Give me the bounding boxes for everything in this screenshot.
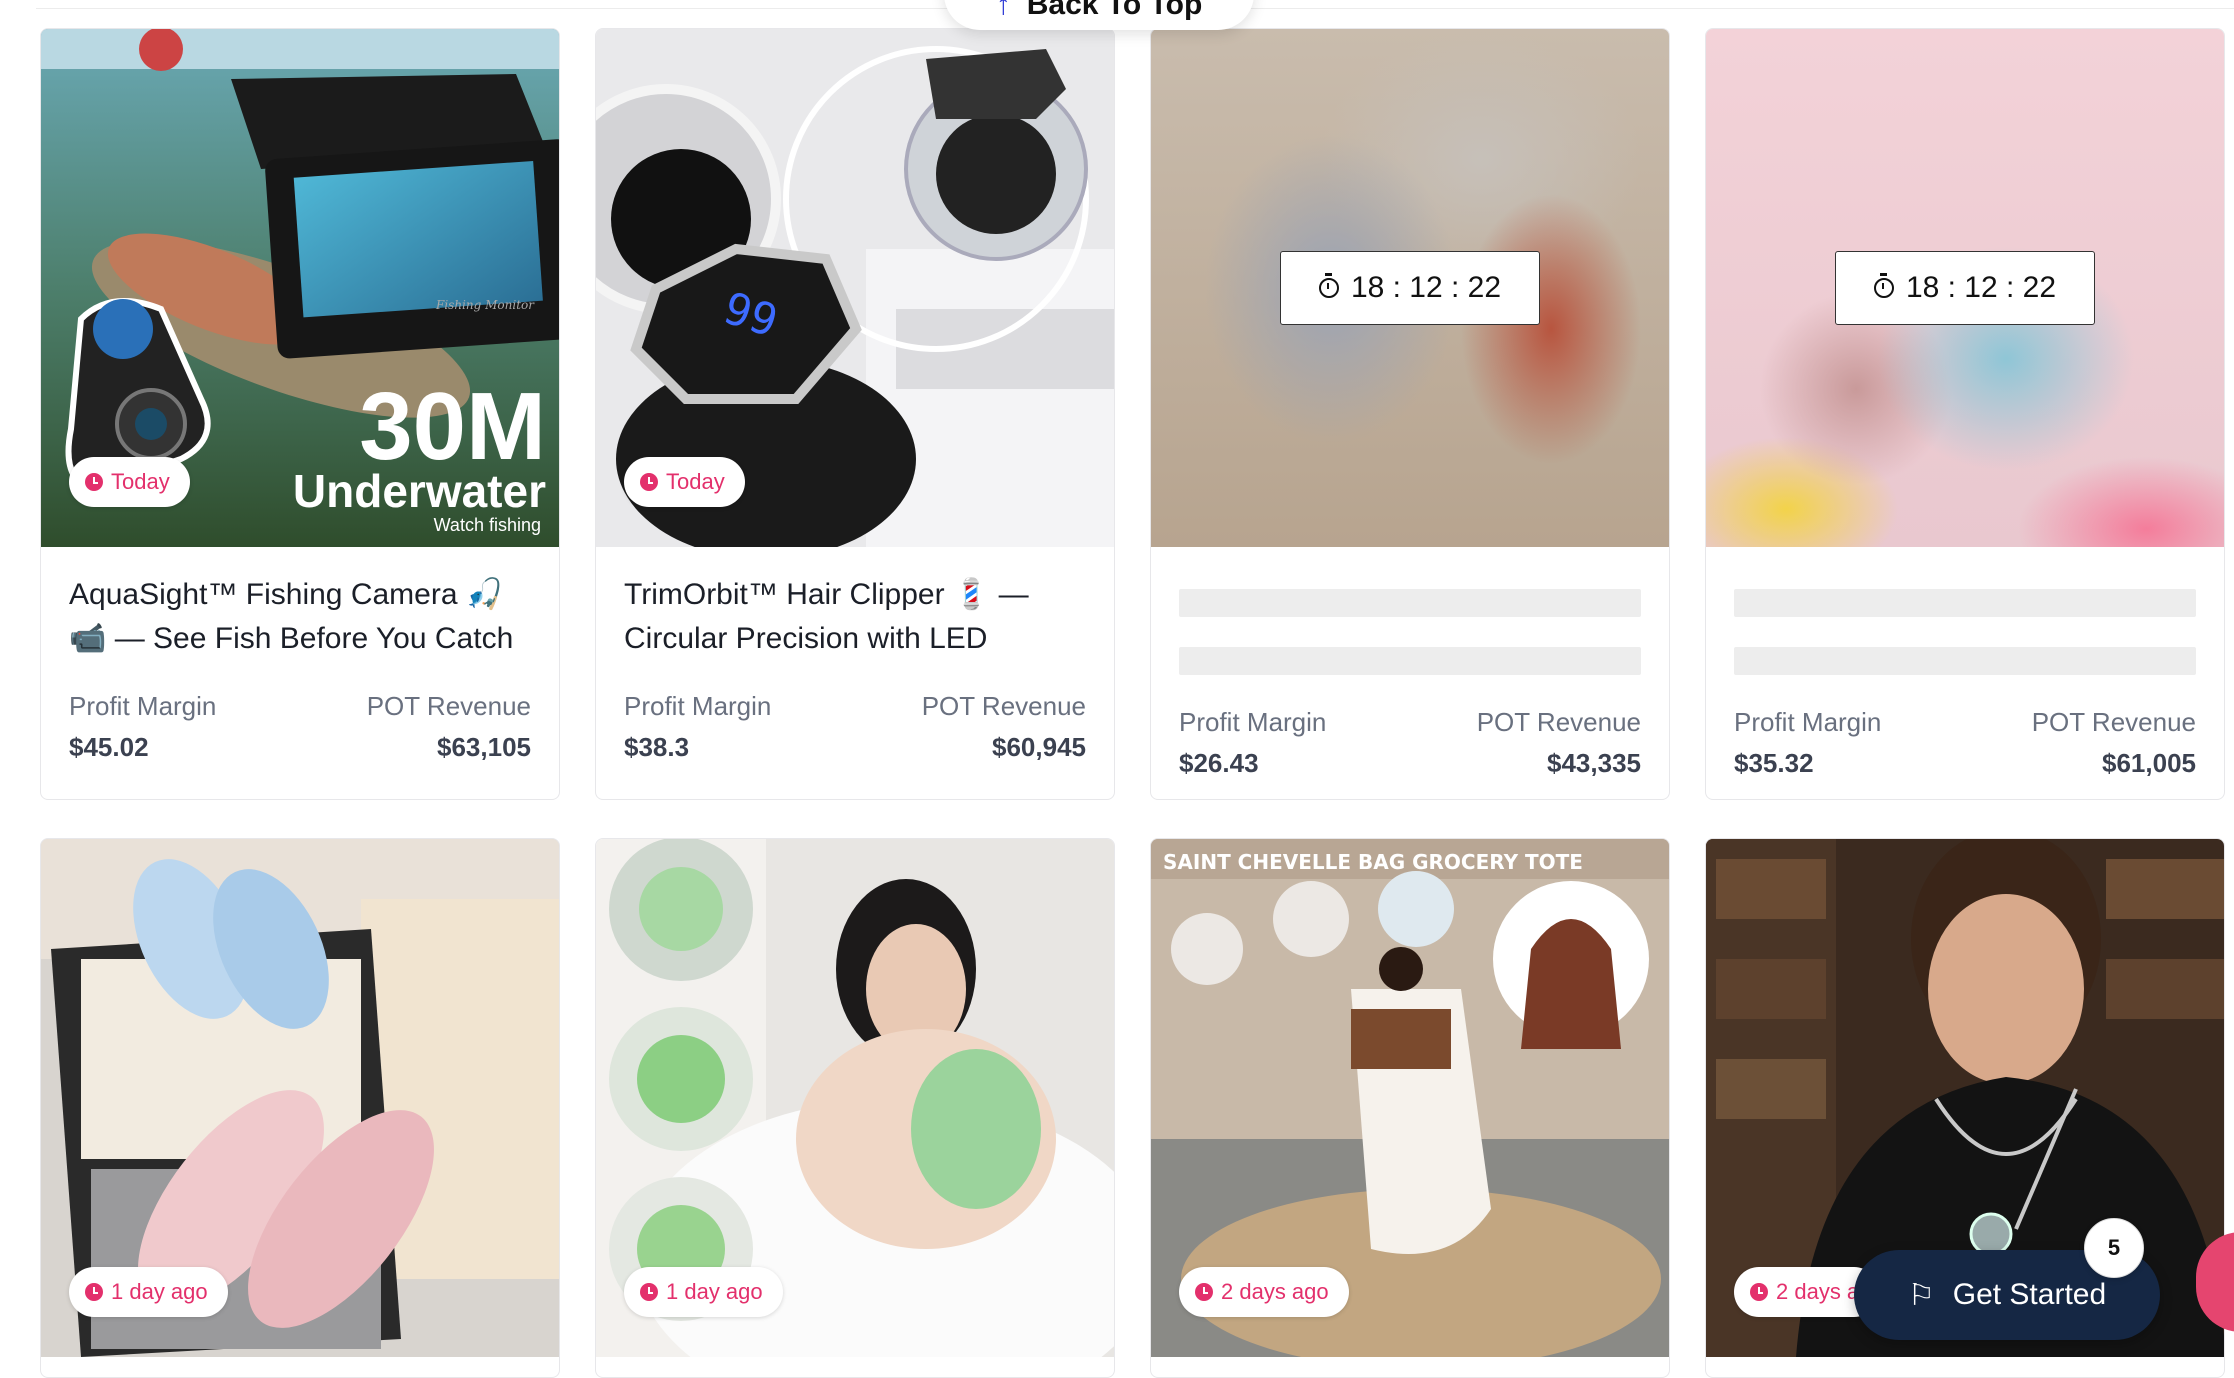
pot-revenue-value: $63,105 xyxy=(437,732,531,762)
profit-margin-label: Profit Margin xyxy=(1734,707,1882,737)
clock-icon xyxy=(640,1283,658,1301)
posted-badge: Today xyxy=(69,457,190,507)
notification-count-badge: 5 xyxy=(2084,1218,2144,1278)
pot-revenue-label: POT Revenue xyxy=(2031,707,2196,737)
product-card-locked[interactable]: 18 : 12 : 22 Profit Margin $26.43 POT Re… xyxy=(1150,28,1670,800)
clock-icon xyxy=(85,1283,103,1301)
product-card-locked[interactable]: 18 : 12 : 22 Profit Margin $35.32 POT Re… xyxy=(1705,28,2225,800)
pot-revenue-value: $60,945 xyxy=(992,732,1086,762)
blurred-product-image: 18 : 12 : 22 xyxy=(1151,29,1669,547)
countdown-timer: 18 : 12 : 22 xyxy=(1835,251,2095,325)
profit-margin-value: $26.43 xyxy=(1179,748,1259,778)
posted-badge: 1 day ago xyxy=(624,1267,783,1317)
back-to-top-button[interactable]: ↑ Back To Top xyxy=(944,0,1254,30)
profit-margin-value: $45.02 xyxy=(69,732,149,762)
pot-revenue-label: POT Revenue xyxy=(366,691,531,721)
product-title[interactable]: AquaSight™ Fishing Camera 🎣📹 — See Fish … xyxy=(69,573,531,669)
profit-margin-label: Profit Margin xyxy=(624,691,772,721)
product-card-fishing-camera[interactable]: Fishing Monitor 30M Underwater Watch fis… xyxy=(40,28,560,800)
product-image[interactable]: 1 day ago xyxy=(596,839,1114,1357)
product-image[interactable]: Fishing Monitor 30M Underwater Watch fis… xyxy=(41,29,559,547)
svg-text:Watch fishing: Watch fishing xyxy=(434,515,541,535)
product-title[interactable]: TrimOrbit™ Hair Clipper 💈 — Circular Pre… xyxy=(624,573,1086,669)
product-card-grocery-tote[interactable]: SAINT CHEVELLE BAG GROCERY TOTE 2 days a… xyxy=(1150,838,1670,1378)
stopwatch-icon xyxy=(1318,273,1339,298)
title-placeholder xyxy=(1179,589,1641,685)
pot-revenue-value: $61,005 xyxy=(2102,748,2196,778)
arrow-up-icon: ↑ xyxy=(995,0,1011,21)
countdown-timer: 18 : 12 : 22 xyxy=(1280,251,1540,325)
svg-text:30M: 30M xyxy=(359,373,546,480)
product-image[interactable]: SAINT CHEVELLE BAG GROCERY TOTE 2 days a… xyxy=(1151,839,1669,1357)
profit-margin-label: Profit Margin xyxy=(69,691,217,721)
profit-margin-label: Profit Margin xyxy=(1179,707,1327,737)
blurred-product-image: 18 : 12 : 22 xyxy=(1706,29,2224,547)
svg-text:SAINT CHEVELLE BAG GROCERY TOT: SAINT CHEVELLE BAG GROCERY TOTE xyxy=(1163,850,1583,874)
clock-icon xyxy=(85,473,103,491)
product-image[interactable]: 99 Today xyxy=(596,29,1114,547)
pot-revenue-value: $43,335 xyxy=(1547,748,1641,778)
product-card-bath-sponge[interactable]: 1 day ago xyxy=(595,838,1115,1378)
posted-badge: 1 day ago xyxy=(69,1267,228,1317)
flag-icon: ⚐ xyxy=(1907,1278,1935,1312)
pot-revenue-label: POT Revenue xyxy=(921,691,1086,721)
profit-margin-value: $38.3 xyxy=(624,732,690,762)
posted-badge: 2 days ago xyxy=(1179,1267,1349,1317)
svg-text:Underwater: Underwater xyxy=(293,465,546,517)
product-card-slippers[interactable]: 1 day ago xyxy=(40,838,560,1378)
stopwatch-icon xyxy=(1873,273,1894,298)
product-card-hair-clipper[interactable]: 99 Today TrimOrbit™ Hair Clipper 💈 — Cir… xyxy=(595,28,1115,800)
posted-badge: Today xyxy=(624,457,745,507)
clock-icon xyxy=(1750,1283,1768,1301)
profit-margin-value: $35.32 xyxy=(1734,748,1814,778)
svg-text:Fishing Monitor: Fishing Monitor xyxy=(435,298,535,312)
product-image[interactable]: 1 day ago xyxy=(41,839,559,1357)
clock-icon xyxy=(640,473,658,491)
clock-icon xyxy=(1195,1283,1213,1301)
pot-revenue-label: POT Revenue xyxy=(1476,707,1641,737)
title-placeholder xyxy=(1734,589,2196,685)
